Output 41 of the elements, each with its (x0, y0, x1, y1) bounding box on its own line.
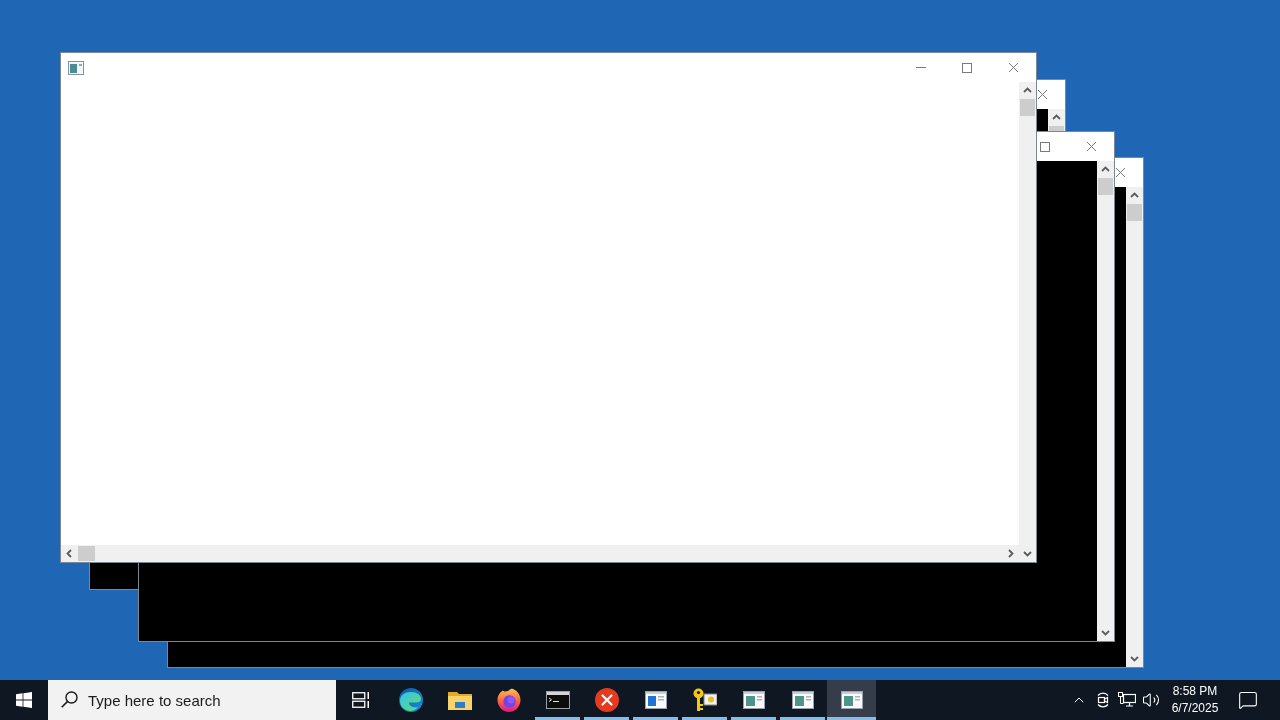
error-icon (594, 688, 619, 712)
window-icon (840, 691, 863, 709)
window-icon (68, 60, 84, 75)
chevron-down-icon (1130, 654, 1139, 663)
chevron-up-icon (1052, 113, 1061, 122)
search-icon (61, 691, 78, 708)
close-icon (1037, 90, 1047, 99)
scrollbar-thumb[interactable] (78, 546, 95, 561)
window-icon (644, 691, 667, 709)
camera-icon (1095, 692, 1111, 708)
close-icon (1008, 63, 1018, 72)
maximize-icon (962, 62, 972, 73)
scrollbar-thumb[interactable] (1127, 204, 1142, 221)
maximize-icon (1040, 141, 1050, 152)
clock-button[interactable]: 8:58 PM 6/7/2025 (1163, 680, 1227, 720)
window-icon (791, 691, 814, 709)
terminal-icon (545, 691, 570, 709)
chevron-up-icon (1023, 86, 1032, 95)
speaker-icon (1142, 691, 1160, 709)
task-view-icon (352, 692, 370, 708)
scrollbar-thumb[interactable] (1098, 178, 1113, 195)
chevron-down-icon (1023, 549, 1032, 558)
window-icon (742, 691, 765, 709)
chevron-left-icon (65, 549, 74, 558)
taskbar-app-button[interactable] (827, 680, 876, 720)
scrollbar-thumb[interactable] (1020, 99, 1035, 116)
notification-icon (1237, 690, 1258, 710)
four-panes-logo-icon (16, 692, 32, 708)
chevron-up-icon (1130, 191, 1139, 200)
browser-icon (496, 688, 521, 712)
search-field[interactable]: Type here to search (48, 680, 336, 720)
browser-icon (398, 688, 423, 712)
chevron-down-icon (1101, 628, 1110, 637)
close-icon (1086, 142, 1096, 151)
minimize-icon (916, 67, 926, 68)
chevron-right-icon (1006, 549, 1015, 558)
network-icon (1118, 692, 1136, 708)
close-icon (1115, 168, 1125, 177)
keys-icon (692, 688, 717, 712)
chevron-up-icon (1101, 165, 1110, 174)
folder-icon (447, 690, 472, 710)
